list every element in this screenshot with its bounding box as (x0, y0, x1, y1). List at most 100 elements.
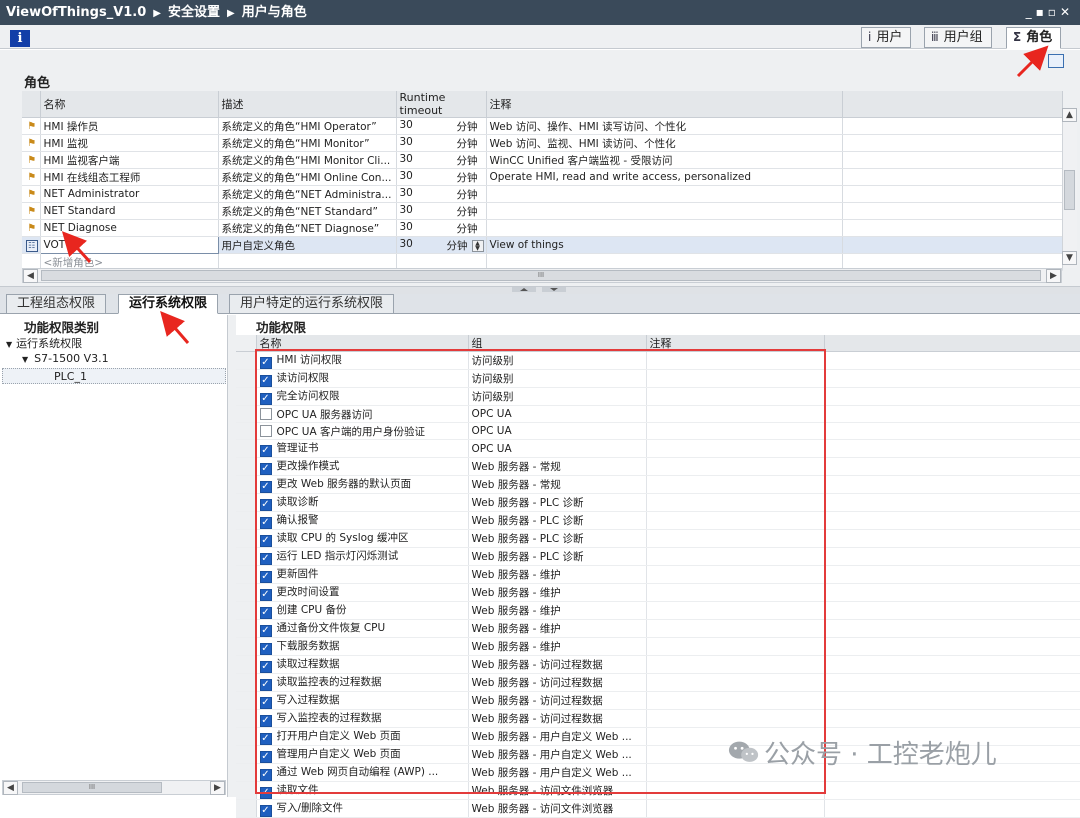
permission-name[interactable]: ✓ 更改操作模式 (256, 457, 469, 476)
permission-checkbox[interactable]: ✓ (259, 463, 272, 475)
table-row[interactable]: ✓ HMI 访问权限 访问级别 (236, 351, 1080, 370)
permission-checkbox[interactable]: ✓ (259, 445, 272, 457)
permission-name[interactable]: ✓ 读取 CPU 的 Syslog 缓冲区 (256, 529, 469, 548)
permission-name[interactable]: ✓ 更改 Web 服务器的默认页面 (256, 475, 469, 494)
role-name[interactable]: HMI 监视客户端 (40, 151, 219, 169)
permission-comment[interactable] (646, 601, 825, 620)
scroll-down-icon[interactable]: ▼ (1062, 251, 1077, 265)
permission-comment[interactable] (646, 422, 825, 440)
permission-name[interactable]: ✓ 读取监控表的过程数据 (256, 673, 469, 692)
permission-comment[interactable] (646, 583, 825, 602)
permission-comment[interactable] (646, 405, 825, 423)
role-comment[interactable]: Operate HMI, read and write access, pers… (486, 168, 843, 186)
permission-name[interactable]: ✓ 读取诊断 (256, 493, 469, 512)
table-row[interactable]: ✓ 写入/删除文件 Web 服务器 - 访问文件浏览器 (236, 799, 1080, 818)
column-name[interactable]: 名称 (256, 335, 469, 352)
roles-settings-icon[interactable] (1048, 54, 1064, 68)
role-name[interactable]: NET Standard (40, 202, 219, 220)
window-controls[interactable]: _▪▫✕ (1026, 0, 1074, 25)
permission-checkbox[interactable]: ✓ (259, 535, 272, 547)
tab-roles[interactable]: Σ 角色 (1006, 27, 1062, 49)
permission-comment[interactable] (646, 709, 825, 728)
permission-name[interactable]: ✓ 更新固件 (256, 565, 469, 584)
role-comment[interactable] (486, 202, 843, 220)
tree-item-plc1[interactable]: PLC_1 (54, 370, 87, 383)
table-row[interactable]: ✓ 更改操作模式 Web 服务器 - 常规 (236, 457, 1080, 476)
table-row[interactable]: ✓ 确认报警 Web 服务器 - PLC 诊断 (236, 511, 1080, 530)
roles-horizontal-scrollbar[interactable]: ◀ III ▶ (22, 268, 1062, 283)
table-row[interactable]: ✓ 读取 CPU 的 Syslog 缓冲区 Web 服务器 - PLC 诊断 (236, 529, 1080, 548)
tree-item-runtime-rights[interactable]: ▼ 运行系统权限 (6, 335, 82, 351)
permission-checkbox[interactable]: ✓ (259, 589, 272, 601)
role-description[interactable]: 系统定义的角色“NET Administra... (218, 185, 397, 203)
role-description[interactable]: 用户自定义角色 (218, 236, 397, 254)
expand-arrow-icon[interactable]: ▼ (22, 355, 28, 364)
table-row[interactable]: ⚑ HMI 在线组态工程师 系统定义的角色“HMI Online Con... 30 分… (22, 168, 1063, 186)
permission-checkbox[interactable]: ✓ (259, 553, 272, 565)
column-group[interactable]: 组 (468, 335, 647, 352)
permission-name[interactable]: ✓ 创建 CPU 备份 (256, 601, 469, 620)
table-row[interactable]: ✓ 写入监控表的过程数据 Web 服务器 - 访问过程数据 (236, 709, 1080, 728)
table-row[interactable]: ✓ 读访问权限 访问级别 (236, 369, 1080, 388)
permission-name[interactable]: ✓ 写入/删除文件 (256, 799, 469, 818)
role-timeout[interactable]: 30 ▲ ▼ 分钟 (396, 236, 487, 254)
column-runtime-timeout[interactable]: Runtime timeout (396, 91, 487, 118)
table-row[interactable]: ✓ 创建 CPU 备份 Web 服务器 - 维护 (236, 601, 1080, 620)
column-comment[interactable]: 注释 (646, 335, 825, 352)
column-name[interactable]: 名称 (40, 91, 219, 118)
permission-comment[interactable] (646, 691, 825, 710)
scroll-left-icon[interactable]: ◀ (23, 269, 38, 283)
permission-name[interactable]: ✓ 写入过程数据 (256, 691, 469, 710)
permission-name[interactable]: ✓ 运行 LED 指示灯闪烁测试 (256, 547, 469, 566)
role-timeout[interactable]: 30 分钟 (396, 185, 487, 203)
permission-comment[interactable] (646, 511, 825, 530)
vertical-pane-divider[interactable] (228, 315, 236, 797)
role-comment[interactable]: Web 访问、监视、HMI 读访问、个性化 (486, 134, 843, 152)
roles-horizontal-scroll-thumb[interactable]: III (41, 270, 1041, 281)
permission-name[interactable]: ✓ HMI 访问权限 (256, 351, 469, 370)
role-description[interactable]: 系统定义的角色“HMI Monitor” (218, 134, 397, 152)
permission-checkbox[interactable]: ✓ (259, 571, 272, 583)
table-row[interactable]: OPC UA 客户端的用户身份验证 OPC UA (236, 422, 1080, 440)
role-comment[interactable]: WinCC Unified 客户端监视 - 受限访问 (486, 151, 843, 169)
permission-checkbox[interactable]: ✓ (259, 751, 272, 763)
table-row[interactable]: ✓ 更改 Web 服务器的默认页面 Web 服务器 - 常规 (236, 475, 1080, 494)
table-row[interactable]: ☷ VOT 用户自定义角色 30 ▲ ▼ 分钟 View of things (22, 236, 1063, 254)
table-row[interactable]: ✓ 读取过程数据 Web 服务器 - 访问过程数据 (236, 655, 1080, 674)
permission-name[interactable]: ✓ 确认报警 (256, 511, 469, 530)
expand-arrow-icon[interactable]: ▼ (6, 340, 12, 349)
permission-comment[interactable] (646, 369, 825, 388)
permission-comment[interactable] (646, 799, 825, 818)
permission-checkbox[interactable]: ✓ (259, 715, 272, 727)
permission-checkbox[interactable]: ✓ (259, 393, 272, 405)
permission-comment[interactable] (646, 619, 825, 638)
table-row[interactable]: ✓ 更新固件 Web 服务器 - 维护 (236, 565, 1080, 584)
permission-checkbox[interactable]: ✓ (259, 517, 272, 529)
tab-users[interactable]: ⅰ 用户 (861, 27, 912, 48)
table-row[interactable]: ✓ 通过备份文件恢复 CPU Web 服务器 - 维护 (236, 619, 1080, 638)
permission-comment[interactable] (646, 439, 825, 458)
permission-checkbox[interactable]: ✓ (259, 733, 272, 745)
table-row[interactable]: ⚑ HMI 监视 系统定义的角色“HMI Monitor” 30 分钟 Web 访问、监视… (22, 134, 1063, 152)
role-description[interactable]: 系统定义的角色“NET Diagnose” (218, 219, 397, 237)
role-timeout[interactable]: 30 分钟 (396, 168, 487, 186)
permission-comment[interactable] (646, 351, 825, 370)
splitter-grip-icon[interactable] (512, 287, 566, 292)
role-name[interactable]: HMI 操作员 (40, 117, 219, 135)
table-row[interactable]: ✓ 读取监控表的过程数据 Web 服务器 - 访问过程数据 (236, 673, 1080, 692)
role-description[interactable]: 系统定义的角色“HMI Monitor Cli... (218, 151, 397, 169)
roles-vertical-scroll-thumb[interactable] (1064, 170, 1075, 210)
permission-name[interactable]: ✓ 管理用户自定义 Web 页面 (256, 745, 469, 764)
table-row[interactable]: ⚑ HMI 监视客户端 系统定义的角色“HMI Monitor Cli... 30 分钟… (22, 151, 1063, 169)
table-row[interactable]: OPC UA 服务器访问 OPC UA (236, 405, 1080, 423)
permission-checkbox[interactable]: ✓ (259, 625, 272, 637)
table-row[interactable]: ✓ 写入过程数据 Web 服务器 - 访问过程数据 (236, 691, 1080, 710)
permission-name[interactable]: ✓ 完全访问权限 (256, 387, 469, 406)
role-description[interactable]: 系统定义的角色“NET Standard” (218, 202, 397, 220)
permission-name[interactable]: ✓ 写入监控表的过程数据 (256, 709, 469, 728)
permission-name[interactable]: ✓ 打开用户自定义 Web 页面 (256, 727, 469, 746)
permission-checkbox[interactable]: ✓ (259, 769, 272, 781)
permission-checkbox[interactable]: ✓ (259, 357, 272, 369)
breadcrumb-project[interactable]: ViewOfThings_V1.0 (6, 5, 146, 20)
role-name[interactable]: HMI 监视 (40, 134, 219, 152)
